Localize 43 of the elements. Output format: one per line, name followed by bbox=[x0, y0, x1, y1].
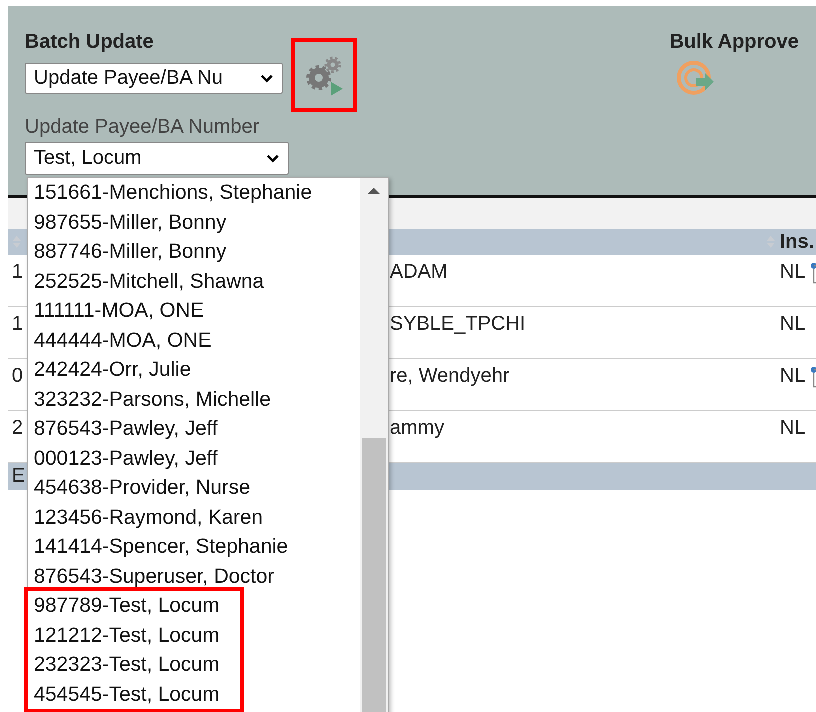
table-cell: NL bbox=[780, 261, 806, 284]
table-cell: SYBLE_TPCHI bbox=[390, 313, 526, 336]
run-button[interactable] bbox=[291, 38, 357, 112]
table-cell: 2 bbox=[12, 417, 24, 440]
dropdown-option[interactable]: 123456-Raymond, Karen bbox=[24, 502, 264, 532]
section-title: Batch Update bbox=[25, 30, 155, 54]
footer-text: E bbox=[12, 465, 26, 487]
caret-icon bbox=[260, 74, 274, 83]
dropdown-option[interactable]: 987655-Miller, Bonny bbox=[24, 208, 227, 237]
table-cell: ammy bbox=[390, 417, 444, 440]
table-cell: 1 bbox=[12, 313, 24, 336]
table-cell: 0 bbox=[12, 365, 24, 388]
dropdown-option[interactable]: 454545-Test, Locum bbox=[24, 680, 244, 712]
dropdown-option[interactable]: 121212-Test, Locum bbox=[24, 620, 244, 650]
dropdown-option[interactable]: 111111-MOA, ONE bbox=[24, 296, 204, 326]
dropdown-option[interactable]: 252525-Mitchell, Shawna bbox=[24, 266, 264, 296]
payee-select[interactable]: Test, Locum bbox=[25, 142, 289, 175]
field-label: Update Payee/BA Number bbox=[25, 115, 261, 139]
dropdown-option[interactable]: 454638-Provider, Nurse bbox=[24, 473, 251, 502]
dropdown-option[interactable]: 141414-Spencer, Stephanie bbox=[24, 532, 288, 562]
dropdown-option[interactable]: 000123-Pawley, Jeff bbox=[24, 444, 218, 473]
dropdown-option[interactable]: 323232-Parsons, Michelle bbox=[24, 384, 272, 414]
action-select[interactable]: Update Payee/BA Nu bbox=[25, 63, 283, 94]
dropdown-option[interactable]: 151661-Menchions, Stephanie bbox=[24, 178, 312, 208]
dropdown-option[interactable]: 232323-Test, Locum bbox=[24, 650, 244, 680]
table-cell: NL bbox=[780, 313, 806, 336]
scroll-up-icon[interactable] bbox=[367, 187, 381, 195]
scrollbar-thumb[interactable] bbox=[362, 438, 386, 712]
dropdown-option[interactable]: 987789-Test, Locum bbox=[24, 587, 244, 620]
scrollbar[interactable] bbox=[360, 178, 388, 712]
section-title: Bulk Approve bbox=[670, 30, 799, 54]
column-header[interactable]: Ins. bbox=[780, 230, 814, 254]
caret-icon bbox=[266, 154, 280, 163]
table-cell: re, Wendyehr bbox=[390, 365, 510, 388]
approve-icon[interactable] bbox=[676, 60, 716, 98]
table-cell: ADAM bbox=[390, 261, 448, 284]
table-cell: NL bbox=[780, 365, 806, 388]
dropdown-option[interactable]: 887746-Miller, Bonny bbox=[24, 237, 227, 266]
dropdown-option[interactable]: 876543-Pawley, Jeff bbox=[24, 414, 218, 444]
table-cell: NL bbox=[780, 417, 806, 440]
dropdown-option[interactable]: 444444-MOA, ONE bbox=[24, 326, 212, 355]
table-cell: 1 bbox=[12, 261, 24, 284]
dropdown-option[interactable]: 242424-Orr, Julie bbox=[24, 355, 192, 384]
